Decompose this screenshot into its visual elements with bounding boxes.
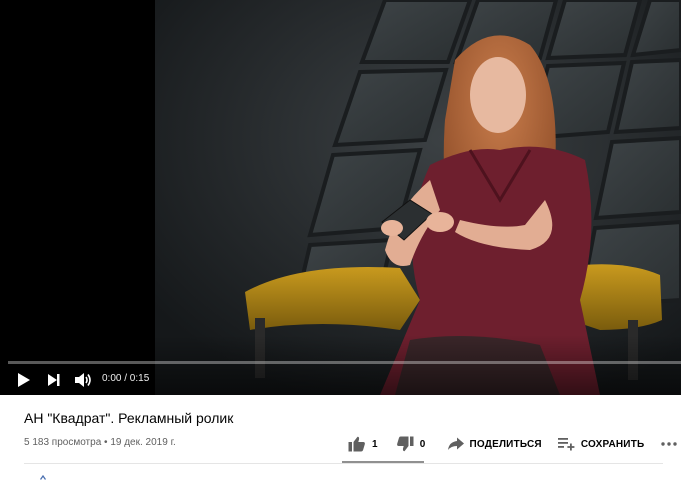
more-horizontal-icon <box>661 442 678 446</box>
time-display: 0:00 / 0:15 <box>102 373 150 384</box>
video-meta: 5 183 просмотра • 19 дек. 2019 г. <box>24 437 176 448</box>
thumb-down-icon <box>396 436 414 452</box>
like-button[interactable]: 1 <box>348 432 378 456</box>
partial-icon <box>40 475 46 480</box>
volume-icon <box>75 373 91 387</box>
divider <box>24 463 663 464</box>
next-button[interactable] <box>44 369 64 391</box>
dislike-button[interactable]: 0 <box>396 432 426 456</box>
play-icon <box>18 373 30 387</box>
video-title: АН "Квадрат". Рекламный ролик <box>24 410 234 426</box>
dislike-count: 0 <box>419 438 426 450</box>
save-button[interactable]: СОХРАНИТЬ <box>557 432 645 456</box>
progress-bar[interactable] <box>8 361 681 364</box>
play-button[interactable] <box>14 369 34 391</box>
next-icon <box>48 374 60 386</box>
share-button[interactable]: ПОДЕЛИТЬСЯ <box>447 432 542 456</box>
mute-button[interactable] <box>72 369 94 391</box>
share-label: ПОДЕЛИТЬСЯ <box>469 438 542 450</box>
thumb-up-icon <box>348 436 365 452</box>
playlist-add-icon <box>557 438 575 451</box>
more-actions-button[interactable] <box>661 432 678 456</box>
action-bar: 1 0 ПОДЕЛИТЬСЯ СОХРАНИТЬ <box>342 432 678 456</box>
share-arrow-icon <box>447 437 464 450</box>
save-label: СОХРАНИТЬ <box>580 438 645 450</box>
video-player[interactable]: 0:00 / 0:15 <box>0 0 681 395</box>
like-count: 1 <box>372 438 378 450</box>
controls-gradient <box>0 335 681 395</box>
